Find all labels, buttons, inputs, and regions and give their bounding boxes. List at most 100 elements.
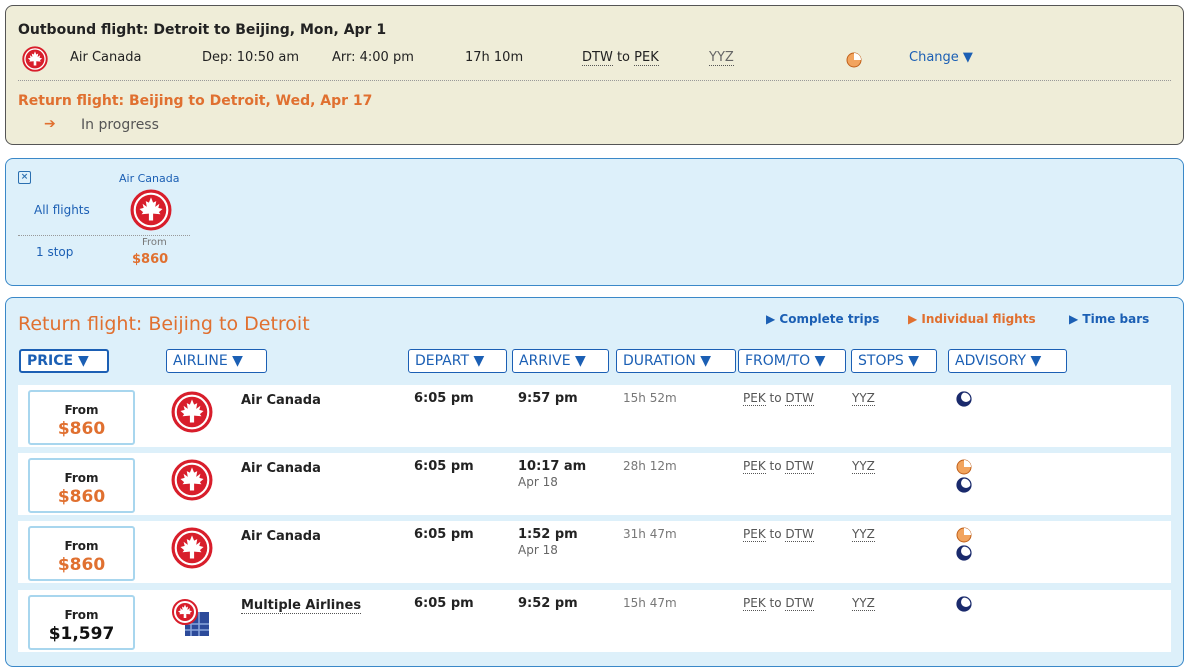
individual-flights-link[interactable]: ▶ Individual flights [908, 312, 1036, 326]
airline-filter-matrix: × All flights 1 stop Air Canada From $86… [5, 158, 1184, 286]
select-price-button[interactable]: From $860 [28, 458, 135, 513]
route-to[interactable]: DTW [785, 391, 814, 406]
route: PEK to DTW [743, 391, 814, 406]
airline-name[interactable]: Multiple Airlines [241, 598, 362, 614]
return-title: Return flight: Beijing to Detroit, Wed, … [18, 93, 373, 109]
outbound-route: DTW to PEK [582, 50, 659, 66]
duration: 28h 12m [623, 459, 677, 473]
route: PEK to DTW [743, 527, 814, 542]
air-canada-logo-icon [171, 391, 213, 433]
outbound-flight-row: Air Canada Dep: 10:50 am Arr: 4:00 pm 17… [6, 46, 1183, 70]
route-from[interactable]: PEK [743, 596, 766, 611]
filter-price[interactable]: $860 [132, 252, 168, 267]
time-bars-link[interactable]: ▶ Time bars [1069, 312, 1149, 326]
airline-name: Air Canada [241, 461, 321, 476]
select-price-button[interactable]: From $860 [28, 390, 135, 445]
price-from-label: From [64, 539, 99, 553]
divider [18, 235, 190, 236]
air-canada-logo-icon[interactable] [130, 189, 172, 231]
route-to-word: to [769, 596, 782, 610]
results-panel: Return flight: Beijing to Detroit ▶ Comp… [5, 297, 1184, 667]
arrow-right-icon: ➔ [44, 116, 56, 132]
depart-time: 6:05 pm [414, 391, 474, 406]
select-price-button[interactable]: From $860 [28, 526, 135, 581]
flight-row[interactable]: From $860 Air Canada 6:05 pm 9:57 pm 15h… [18, 385, 1171, 447]
close-icon[interactable]: × [18, 171, 31, 184]
pie-icon[interactable] [956, 527, 972, 543]
arrive-date: Apr 18 [518, 475, 558, 489]
arrive-time: 9:57 pm [518, 391, 578, 406]
arrive-time: 9:52 pm [518, 596, 578, 611]
divider [18, 80, 1171, 81]
route-to-word: to [769, 391, 782, 405]
flight-row[interactable]: From $1,597 Multiple Airlines 6:05 pm 9:… [18, 590, 1171, 652]
outbound-arr: Arr: 4:00 pm [332, 50, 414, 65]
outbound-from[interactable]: DTW [582, 50, 613, 66]
route-from[interactable]: PEK [743, 527, 766, 542]
stop-airport[interactable]: YYZ [852, 527, 875, 542]
depart-time: 6:05 pm [414, 527, 474, 542]
stop-airport[interactable]: YYZ [852, 391, 875, 406]
route-from[interactable]: PEK [743, 391, 766, 406]
sort-arrive-button[interactable]: ARRIVE ▼ [512, 349, 609, 373]
air-canada-logo-icon [22, 46, 48, 72]
price-from-label: From [64, 403, 99, 417]
route-from[interactable]: PEK [743, 459, 766, 474]
air-canada-logo-icon [171, 459, 213, 501]
route: PEK to DTW [743, 459, 814, 474]
sort-fromto-button[interactable]: FROM/TO ▼ [738, 349, 846, 373]
route: PEK to DTW [743, 596, 814, 611]
price-value: $860 [57, 487, 106, 507]
route-to[interactable]: DTW [785, 459, 814, 474]
duration: 15h 52m [623, 391, 677, 405]
air-canada-logo-icon [171, 527, 213, 569]
arrive-date: Apr 18 [518, 543, 558, 557]
all-flights-link[interactable]: All flights [34, 203, 90, 217]
moon-icon[interactable] [956, 391, 972, 407]
select-price-button[interactable]: From $1,597 [28, 595, 135, 650]
sort-stops-button[interactable]: STOPS ▼ [851, 349, 937, 373]
route-to-word: to [769, 527, 782, 541]
outbound-airline: Air Canada [70, 50, 142, 65]
airline-name: Air Canada [241, 393, 321, 408]
price-from-label: From [64, 608, 99, 622]
change-button[interactable]: Change ▼ [909, 50, 973, 65]
sort-duration-button[interactable]: DURATION ▼ [616, 349, 736, 373]
filter-airline-name[interactable]: Air Canada [119, 172, 179, 185]
sort-airline-button[interactable]: AIRLINE ▼ [166, 349, 267, 373]
moon-icon[interactable] [956, 477, 972, 493]
price-value: $1,597 [48, 624, 115, 644]
stop-airport[interactable]: YYZ [852, 459, 875, 474]
route-to[interactable]: DTW [785, 596, 814, 611]
outbound-to-word: to [616, 50, 631, 65]
depart-time: 6:05 pm [414, 459, 474, 474]
pie-icon [846, 52, 862, 68]
route-to-word: to [769, 459, 782, 473]
sort-advisory-button[interactable]: ADVISORY ▼ [948, 349, 1067, 373]
flight-row[interactable]: From $860 Air Canada 6:05 pm 1:52 pm Apr… [18, 521, 1171, 583]
stop-airport[interactable]: YYZ [852, 596, 875, 611]
pie-icon[interactable] [956, 459, 972, 475]
route-to[interactable]: DTW [785, 527, 814, 542]
outbound-duration: 17h 10m [465, 50, 524, 65]
outbound-title: Outbound flight: Detroit to Beijing, Mon… [18, 22, 387, 38]
sort-price-button[interactable]: PRICE ▼ [19, 349, 109, 373]
price-value: $860 [57, 555, 106, 575]
moon-icon[interactable] [956, 596, 972, 612]
price-from-label: From [64, 471, 99, 485]
one-stop-link[interactable]: 1 stop [36, 245, 73, 259]
multiple-airlines-logo-icon [171, 598, 211, 638]
arrive-time: 10:17 am [518, 459, 587, 474]
depart-time: 6:05 pm [414, 596, 474, 611]
duration: 31h 47m [623, 527, 677, 541]
flight-row[interactable]: From $860 Air Canada 6:05 pm 10:17 am Ap… [18, 453, 1171, 515]
outbound-dep: Dep: 10:50 am [202, 50, 299, 65]
duration: 15h 47m [623, 596, 677, 610]
complete-trips-link[interactable]: ▶ Complete trips [766, 312, 879, 326]
moon-icon[interactable] [956, 545, 972, 561]
price-value: $860 [57, 419, 106, 439]
sort-depart-button[interactable]: DEPART ▼ [408, 349, 507, 373]
outbound-stop[interactable]: YYZ [709, 50, 734, 66]
airline-name: Air Canada [241, 529, 321, 544]
outbound-to[interactable]: PEK [634, 50, 659, 66]
